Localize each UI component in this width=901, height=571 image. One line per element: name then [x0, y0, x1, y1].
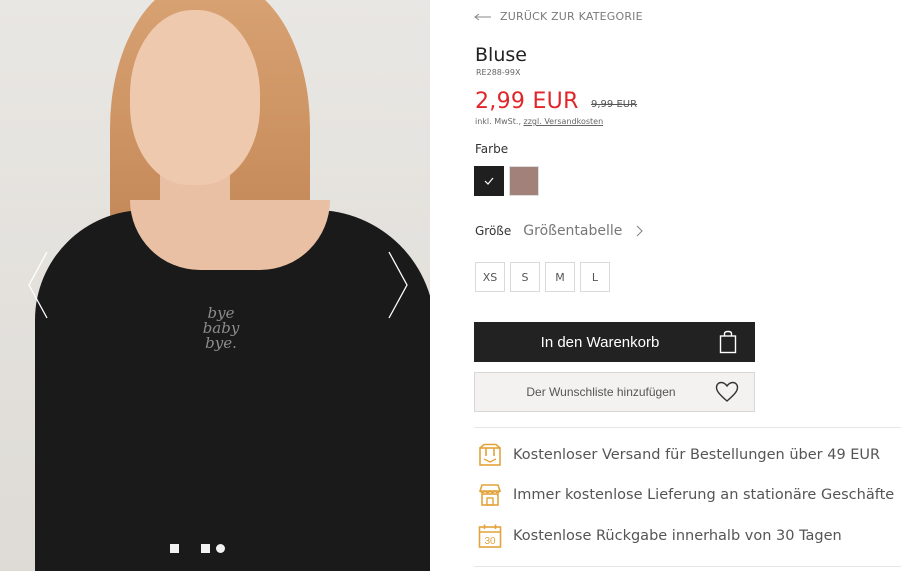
divider — [474, 566, 901, 567]
tax-note: inkl. MwSt., zzgl. Versandkosten — [475, 117, 603, 126]
size-header: Größe Größentabelle — [475, 223, 644, 239]
add-to-wishlist-label: Der Wunschliste hinzufügen — [526, 385, 676, 399]
shirt-print: bye baby bye. — [196, 306, 246, 351]
color-swatch-pink[interactable] — [509, 166, 539, 196]
product-old-price: 9,99 EUR — [591, 99, 638, 110]
add-to-wishlist-button[interactable]: Der Wunschliste hinzufügen — [474, 372, 755, 412]
size-option-l[interactable]: L — [580, 262, 610, 292]
product-image-gallery[interactable]: bye baby bye. — [0, 0, 430, 571]
gallery-dot[interactable] — [201, 544, 210, 553]
product-title: Bluse — [475, 44, 527, 66]
gallery-prev-button[interactable] — [18, 250, 58, 320]
back-to-category-link[interactable]: ZURÜCK ZUR KATEGORIE — [474, 10, 643, 23]
shopping-bag-icon — [719, 330, 737, 354]
divider — [474, 427, 901, 428]
shirt-print-line: bye. — [205, 334, 237, 352]
chevron-left-icon — [28, 251, 48, 319]
chevron-right-icon — [637, 225, 644, 237]
product-sku: RE288-99X — [476, 68, 521, 77]
chevron-right-icon — [388, 251, 408, 319]
tax-note-text: inkl. MwSt., — [475, 117, 521, 126]
benefit-store-delivery: Immer kostenlose Lieferung an stationäre… — [478, 483, 894, 507]
benefit-text: Kostenloser Versand für Bestellungen übe… — [513, 447, 881, 463]
back-link-label: ZURÜCK ZUR KATEGORIE — [500, 10, 643, 23]
size-option-m[interactable]: M — [545, 262, 575, 292]
benefit-text: Kostenlose Rückgabe innerhalb von 30 Tag… — [513, 528, 842, 544]
delivery-box-icon — [479, 443, 501, 466]
checkmark-icon — [484, 177, 494, 185]
product-photo-face — [130, 10, 260, 185]
gallery-dot-active[interactable] — [216, 544, 225, 553]
benefit-text: Immer kostenlose Lieferung an stationäre… — [513, 487, 895, 503]
add-to-cart-label: In den Warenkorb — [540, 333, 660, 351]
size-label: Größe — [475, 224, 512, 238]
svg-text:30: 30 — [484, 536, 496, 547]
arrow-left-icon — [474, 13, 491, 20]
benefit-free-returns: 30 Kostenlose Rückgabe innerhalb von 30 … — [478, 523, 842, 549]
heart-icon — [715, 381, 739, 402]
add-to-cart-button[interactable]: In den Warenkorb — [474, 322, 755, 362]
benefit-free-shipping: Kostenloser Versand für Bestellungen übe… — [478, 443, 880, 467]
color-swatch-black[interactable] — [474, 166, 504, 196]
store-icon — [478, 484, 502, 506]
gallery-dot[interactable] — [170, 544, 179, 553]
color-label: Farbe — [475, 142, 509, 156]
product-price: 2,99 EUR — [475, 89, 579, 114]
size-chart-link[interactable]: Größentabelle — [523, 223, 622, 239]
shipping-costs-link[interactable]: zzgl. Versandkosten — [524, 117, 604, 126]
gallery-next-button[interactable] — [378, 250, 418, 320]
calendar-30-icon: 30 — [478, 524, 502, 548]
product-info-panel: ZURÜCK ZUR KATEGORIE Bluse RE288-99X 2,9… — [474, 0, 901, 571]
size-option-xs[interactable]: XS — [475, 262, 505, 292]
size-option-s[interactable]: S — [510, 262, 540, 292]
gallery-pagination — [170, 544, 225, 553]
